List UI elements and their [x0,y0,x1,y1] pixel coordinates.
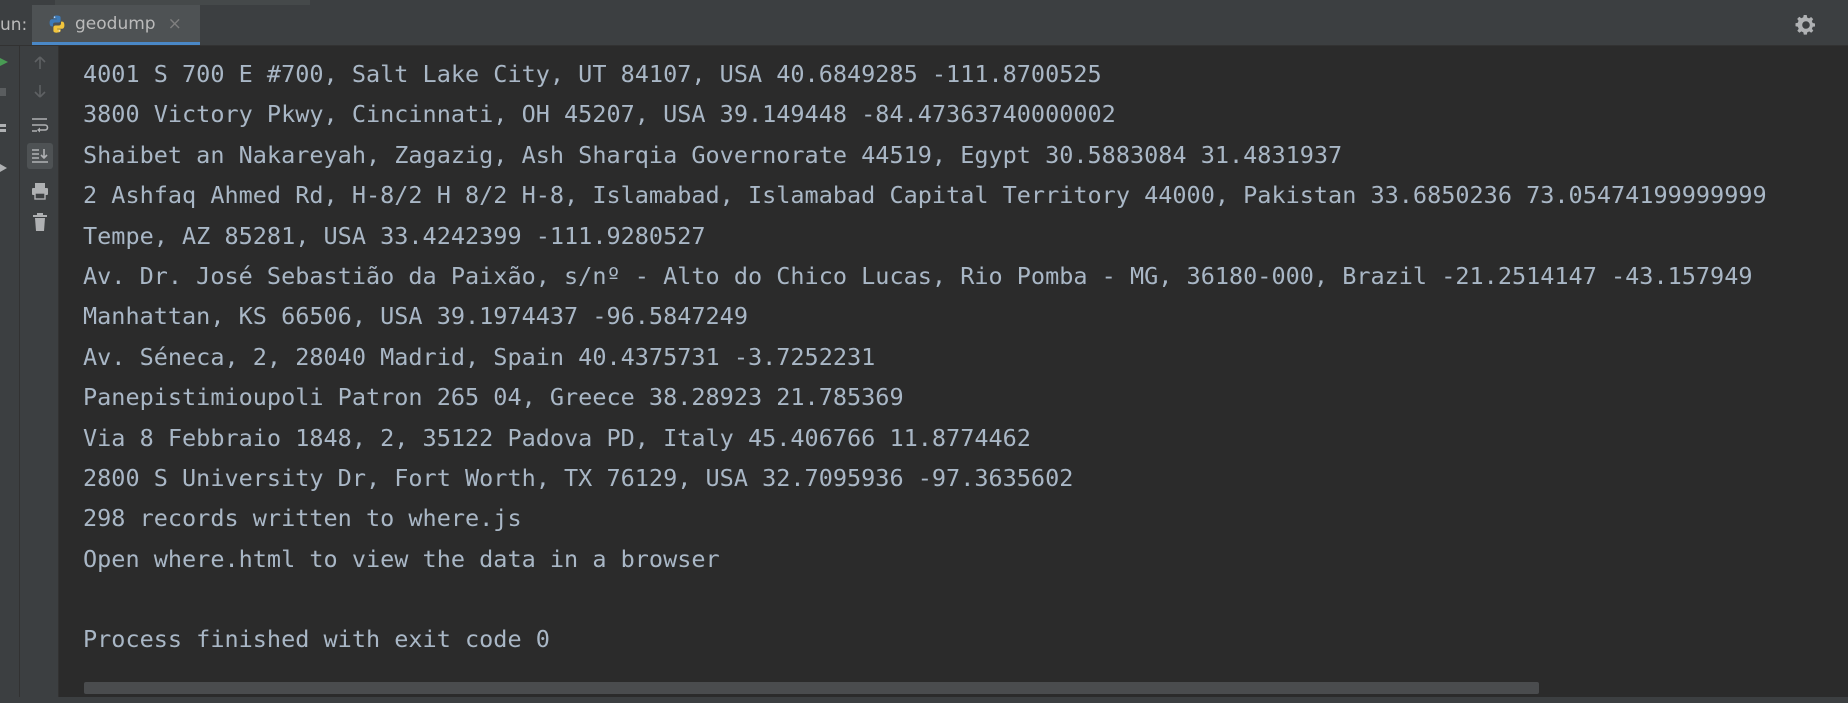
console-line: Av. Dr. José Sebastião da Paixão, s/nº -… [83,261,1753,290]
console-line: Via 8 Febbraio 1848, 2, 35122 Padova PD,… [83,423,1031,452]
console-line: Panepistimioupoli Patron 265 04, Greece … [83,383,904,412]
console-toolbar [20,46,59,703]
python-icon [49,15,65,33]
console-line: Process finished with exit code 0 [83,625,550,654]
left-edge-toolbar [0,46,20,703]
print-icon [32,183,48,200]
tab-title: geodump [75,13,156,34]
arrow-up-icon [34,56,46,69]
console-line: 4001 S 700 E #700, Salt Lake City, UT 84… [83,60,1102,88]
print-button[interactable] [27,178,53,204]
scroll-to-end-button[interactable] [27,143,53,169]
run-tool-window: un: geodump × 4001 S 700 E #700, Salt La… [0,0,1848,703]
soft-wrap-button[interactable] [27,112,53,138]
run-icon[interactable] [0,58,8,66]
arrow-down-icon [34,85,46,98]
console-line: Shaibet an Nakareyah, Zagazig, Ash Sharq… [83,140,1343,169]
console-line: Av. Séneca, 2, 28040 Madrid, Spain 40.43… [83,342,876,371]
horizontal-scrollbar[interactable] [84,682,1848,694]
scroll-to-end-icon [32,149,48,163]
trash-icon [33,213,47,231]
run-panel-label: un: [0,15,28,35]
gear-icon[interactable] [1794,13,1818,37]
console-line: Tempe, AZ 85281, USA 33.4242399 -111.928… [83,221,706,250]
console-line: 298 records written to where.js [83,504,522,533]
console-line: 3800 Victory Pkwy, Cincinnati, OH 45207,… [83,100,1116,129]
console-line: Open where.html to view the data in a br… [83,544,720,573]
bottom-strip [0,697,1848,703]
layout-icon[interactable] [0,124,8,132]
console-output[interactable]: 4001 S 700 E #700, Salt Lake City, UT 84… [59,46,1848,686]
down-button[interactable] [27,78,53,104]
resume-icon[interactable] [0,164,8,172]
soft-wrap-icon [32,118,49,133]
console-lines: 4001 S 700 E #700, Salt Lake City, UT 84… [83,54,1767,660]
scrollbar-thumb[interactable] [84,682,1539,694]
console-line: Manhattan, KS 66506, USA 39.1974437 -96.… [83,302,748,331]
clear-all-button[interactable] [27,209,53,235]
tab-geodump[interactable]: geodump × [32,5,200,45]
console-line: 2800 S University Dr, Fort Worth, TX 761… [83,463,1074,492]
close-icon[interactable]: × [168,14,182,34]
console-line: 2 Ashfaq Ahmed Rd, H-8/2 H 8/2 H-8, Isla… [83,181,1767,210]
stop-icon[interactable] [0,88,8,96]
up-button[interactable] [27,50,53,76]
run-panel-header: un: geodump × [0,5,1848,46]
